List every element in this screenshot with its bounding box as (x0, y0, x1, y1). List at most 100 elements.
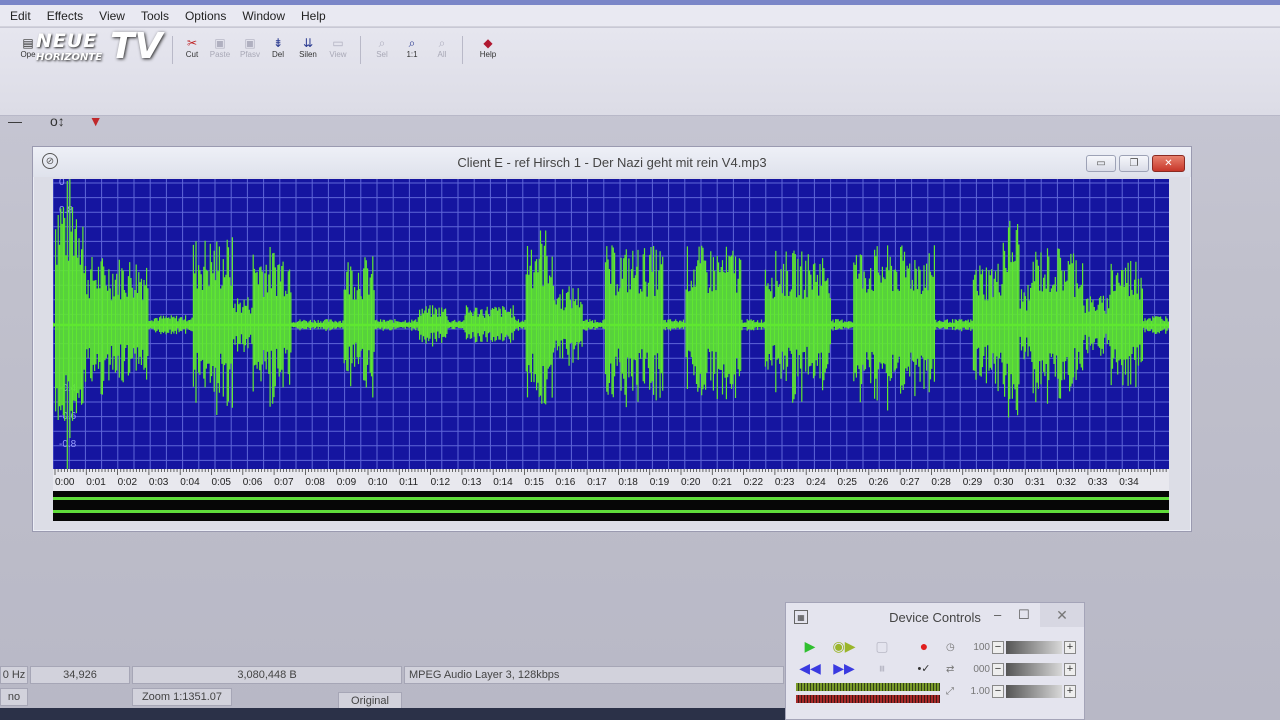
level-meter-left (796, 683, 940, 691)
record-options-icon[interactable]: •✓ (910, 659, 938, 677)
time-label: 0:06 (243, 477, 263, 488)
zoom-selection-icon: ⌕ (378, 35, 386, 50)
play-loop-icon[interactable]: ◉▶ (830, 637, 858, 655)
status-hz: 0 Hz (0, 666, 28, 684)
toolbar-label: Pfasv (239, 50, 260, 59)
audio-window-titlebar[interactable]: ⊘ Client E - ref Hirsch 1 - Der Nazi geh… (33, 147, 1191, 177)
taskbar (0, 708, 800, 720)
status-format: MPEG Audio Layer 3, 128kbps (404, 666, 784, 684)
volume-plus-button[interactable]: + (1064, 640, 1076, 654)
fast-forward-icon[interactable]: ▶▶ (830, 659, 858, 677)
minimize-button[interactable]: ▭ (1086, 155, 1116, 172)
record-flag-icon[interactable]: ▼ (89, 113, 103, 129)
speed-plus-button[interactable]: + (1064, 684, 1076, 698)
balance-plus-button[interactable]: + (1064, 662, 1076, 676)
zoom-all-icon: ⌕ (438, 35, 446, 50)
time-label: 0:18 (618, 477, 638, 488)
menu-window[interactable]: Window (236, 9, 291, 23)
stop-icon[interactable]: ▢ (868, 637, 896, 655)
volume-minus-button[interactable]: − (992, 640, 1004, 654)
device-close-button[interactable]: ✕ (1040, 603, 1084, 627)
balance-slider[interactable] (1006, 662, 1062, 676)
time-label: 0:30 (994, 477, 1014, 488)
time-label: 0:27 (900, 477, 920, 488)
toolbar-button-zoom-selection[interactable]: ⌕ Sel (368, 36, 396, 66)
marker-icon[interactable]: o↕ (50, 113, 65, 129)
time-label: 0:08 (305, 477, 325, 488)
toolbar-button-zoom-1-1[interactable]: ⌕ 1:1 (398, 36, 426, 66)
status-zoom: Zoom 1:1351.07 (132, 688, 232, 706)
speed-minus-button[interactable]: − (992, 684, 1004, 698)
time-label: 0:15 (525, 477, 545, 488)
speed-slider[interactable] (1006, 684, 1062, 698)
device-controls-title: Device Controls (889, 609, 981, 625)
speed-row[interactable]: ⤢ 1.00 − + (946, 683, 1076, 699)
menu-view[interactable]: View (93, 9, 131, 23)
balance-minus-button[interactable]: − (992, 662, 1004, 676)
time-ruler-svg: 0:00 0:01 0:02 0:03 0:04 0:05 0:06 0:07 0:08 0:09… (54, 469, 1167, 488)
time-ruler[interactable]: 0:00 0:01 0:02 0:03 0:04 0:05 0:06 0:07 0:08 0:09… (53, 469, 1169, 491)
time-label: 0:17 (587, 477, 607, 488)
paste-icon: ▣ (214, 36, 226, 50)
toolbar-label: Silen (299, 50, 317, 59)
device-controls-icon: ▦ (794, 610, 808, 624)
device-maximize-button[interactable]: ☐ (1018, 607, 1030, 623)
time-label: 0:00 (55, 477, 75, 488)
menu-edit[interactable]: Edit (4, 9, 37, 23)
toolbar-button-view[interactable]: ▭ View (324, 36, 352, 66)
menu-effects[interactable]: Effects (41, 9, 89, 23)
toolbar-label: Cut (185, 50, 199, 59)
speed-icon: ⤢ (946, 685, 954, 697)
toolbar-label: 1:1 (406, 50, 418, 59)
volume-icon: ◷ (946, 641, 955, 653)
balance-row[interactable]: ⇄ 000 − + (946, 661, 1076, 677)
time-label: 0:23 (775, 477, 795, 488)
play-icon[interactable]: ▶ (796, 637, 824, 655)
balance-value: 000 (973, 663, 990, 675)
time-label: 0:34 (1119, 477, 1139, 488)
balance-icon: ⇄ (946, 663, 955, 675)
waveform-svg[interactable]: 00.8-0.4-0.6-0.8 (53, 179, 1169, 469)
overview-bar[interactable] (53, 491, 1169, 521)
toolbar-button-help[interactable]: ◆ Help (474, 36, 502, 66)
toolbar-button-paste[interactable]: ▣ Paste (206, 36, 234, 66)
toolbar-button-cut[interactable]: ✂ Cut (178, 36, 206, 66)
minus-icon[interactable]: — (8, 113, 22, 129)
toolbar-button-zoom-all[interactable]: ⌕ All (428, 36, 456, 66)
pause-icon[interactable]: ⏸ (868, 659, 896, 677)
logo-line1: NEUE (36, 30, 98, 52)
maximize-button[interactable]: ❐ (1119, 155, 1149, 172)
toolbar-label: Del (271, 50, 284, 59)
time-label: 0:11 (399, 477, 418, 488)
volume-row[interactable]: ◷ 100 − + (946, 639, 1076, 655)
overview-wave-upper (53, 497, 1169, 500)
time-label: 0:21 (712, 477, 732, 488)
device-controls-window[interactable]: ▦ Device Controls – ☐ ✕ ▶ ◉▶ ▢ ● ◀◀ ▶▶ ⏸… (785, 602, 1085, 720)
delete-icon: ⇟ (272, 36, 284, 50)
audio-window[interactable]: ⊘ Client E - ref Hirsch 1 - Der Nazi geh… (32, 146, 1192, 532)
device-minimize-button[interactable]: – (994, 607, 1001, 622)
toolbar-button-delete[interactable]: ⇟ Del (264, 36, 292, 66)
menu-help[interactable]: Help (295, 9, 332, 23)
y-axis-label: 0 (59, 179, 65, 188)
time-label: 0:14 (493, 477, 513, 488)
status-sample-count: 34,926 (30, 666, 130, 684)
time-label: 0:02 (118, 477, 138, 488)
menu-options[interactable]: Options (179, 9, 232, 23)
app-icon[interactable]: ⊘ (42, 153, 58, 169)
volume-slider[interactable] (1006, 640, 1062, 654)
rewind-icon[interactable]: ◀◀ (796, 659, 824, 677)
time-label: 0:33 (1088, 477, 1108, 488)
toolbar-button-silence[interactable]: ⇊ Silen (294, 36, 322, 66)
close-button[interactable]: ✕ (1152, 155, 1185, 172)
volume-value: 100 (973, 641, 990, 653)
menu-tools[interactable]: Tools (135, 9, 175, 23)
waveform-display[interactable]: 00.8-0.4-0.6-0.8 (53, 179, 1169, 483)
toolbar-button-paste-mix[interactable]: ▣ Pfasv (236, 36, 264, 66)
time-label: 0:25 (838, 477, 858, 488)
time-label: 0:01 (86, 477, 106, 488)
cut-icon: ✂ (186, 36, 198, 50)
time-label: 0:26 (869, 477, 889, 488)
level-meter-right (796, 695, 940, 703)
record-icon[interactable]: ● (910, 637, 938, 655)
